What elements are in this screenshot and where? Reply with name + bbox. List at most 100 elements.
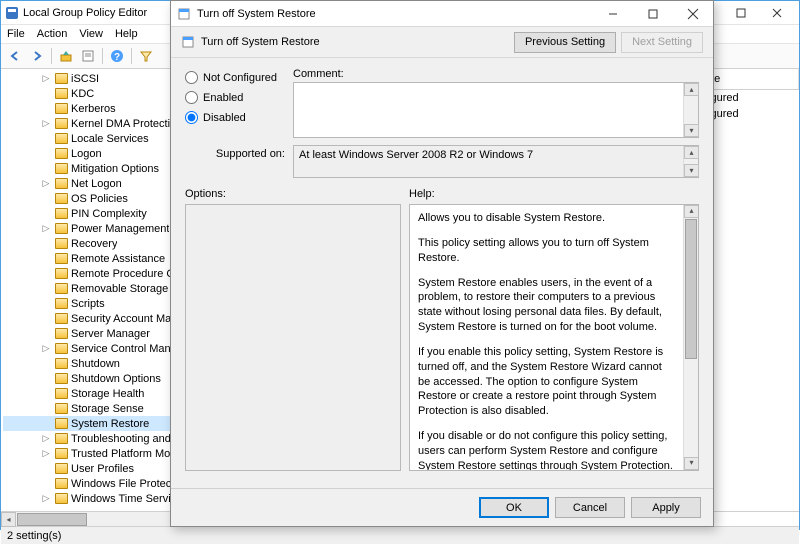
menu-help[interactable]: Help: [115, 28, 138, 40]
folder-icon: [55, 148, 68, 159]
tree-label: Remote Assistance: [71, 253, 165, 265]
expand-icon[interactable]: ▷: [41, 73, 51, 84]
dialog-close-button[interactable]: [673, 1, 713, 26]
folder-icon: [55, 313, 68, 324]
help-text: This policy setting allows you to turn o…: [418, 236, 676, 266]
up-button[interactable]: [56, 46, 76, 66]
radio-disabled[interactable]: Disabled: [185, 111, 293, 124]
tree-label: Shutdown Options: [71, 373, 161, 385]
list-col-state[interactable]: ate: [699, 69, 799, 89]
tree-item-security-account-manager[interactable]: Security Account Manager: [3, 311, 178, 326]
tree-item-trusted-platform-module[interactable]: ▷Trusted Platform Module: [3, 446, 178, 461]
folder-icon: [55, 73, 68, 84]
scroll-left-icon[interactable]: ◂: [1, 512, 16, 527]
apply-button[interactable]: Apply: [631, 497, 701, 518]
tree-item-troubleshooting-and-diagnostics[interactable]: ▷Troubleshooting and Diagnostics: [3, 431, 178, 446]
folder-icon: [55, 298, 68, 309]
folder-icon: [55, 448, 68, 459]
expand-icon[interactable]: ▷: [41, 178, 51, 189]
supported-label: Supported on:: [185, 145, 293, 160]
folder-icon: [55, 463, 68, 474]
back-button[interactable]: [5, 46, 25, 66]
expand-icon[interactable]: ▷: [41, 223, 51, 234]
tree-item-windows-time-service[interactable]: ▷Windows Time Service: [3, 491, 178, 506]
tree-item-storage-health[interactable]: Storage Health: [3, 386, 178, 401]
tree-item-user-profiles[interactable]: User Profiles: [3, 461, 178, 476]
tree-item-power-management[interactable]: ▷Power Management: [3, 221, 178, 236]
tree-item-server-manager[interactable]: Server Manager: [3, 326, 178, 341]
scroll-up-icon[interactable]: ▴: [684, 205, 699, 218]
state-radio-group: Not Configured Enabled Disabled: [185, 68, 293, 138]
ok-button[interactable]: OK: [479, 497, 549, 518]
previous-setting-button[interactable]: Previous Setting: [514, 32, 616, 53]
tree-item-shutdown-options[interactable]: Shutdown Options: [3, 371, 178, 386]
tree-item-removable-storage-access[interactable]: Removable Storage Access: [3, 281, 178, 296]
tree-item-pin-complexity[interactable]: PIN Complexity: [3, 206, 178, 221]
expand-icon[interactable]: ▷: [41, 448, 51, 459]
tree-item-service-control-manager[interactable]: ▷ Service Control Manager: [3, 341, 178, 356]
menu-view[interactable]: View: [79, 28, 103, 40]
tree-item-net-logon[interactable]: ▷Net Logon: [3, 176, 178, 191]
expand-icon[interactable]: ▷: [41, 343, 51, 354]
folder-icon: [55, 178, 68, 189]
tree-label: Windows File Protection: [71, 478, 178, 490]
help-button[interactable]: ?: [107, 46, 127, 66]
properties-button[interactable]: [78, 46, 98, 66]
dialog-title: Turn off System Restore: [197, 8, 593, 20]
expand-icon[interactable]: ▷: [41, 433, 51, 444]
scroll-down-icon[interactable]: ▾: [684, 457, 699, 470]
tree-item-scripts[interactable]: Scripts: [3, 296, 178, 311]
tree-label: Shutdown: [71, 358, 120, 370]
tree-label: iSCSI: [71, 73, 99, 85]
forward-button[interactable]: [27, 46, 47, 66]
tree-label: Service Control Manager: [71, 343, 178, 355]
tree-item-locale-services[interactable]: Locale Services: [3, 131, 178, 146]
tree-item-kdc[interactable]: KDC: [3, 86, 178, 101]
main-close-button[interactable]: [759, 2, 795, 24]
supported-text: At least Windows Server 2008 R2 or Windo…: [299, 149, 533, 161]
scroll-down-icon[interactable]: ▾: [684, 124, 699, 137]
expand-icon[interactable]: ▷: [41, 493, 51, 504]
dialog-titlebar[interactable]: Turn off System Restore: [171, 1, 713, 27]
tree-item-system-restore[interactable]: System Restore: [3, 416, 178, 431]
help-text: If you disable or do not configure this …: [418, 429, 676, 471]
options-pane: [185, 204, 401, 471]
tree-item-iscsi[interactable]: ▷ iSCSI: [3, 71, 178, 86]
radio-enabled[interactable]: Enabled: [185, 91, 293, 104]
tree-item-recovery[interactable]: Recovery: [3, 236, 178, 251]
tree-label: Server Manager: [71, 328, 150, 340]
dialog-minimize-button[interactable]: [593, 1, 633, 26]
main-maximize-button[interactable]: [723, 2, 759, 24]
folder-icon: [55, 373, 68, 384]
scroll-up-icon[interactable]: ▴: [684, 83, 699, 96]
tree-item-remote-procedure-call[interactable]: Remote Procedure Call: [3, 266, 178, 281]
folder-icon: [55, 253, 68, 264]
dialog-header-title: Turn off System Restore: [201, 36, 509, 48]
tree-panel[interactable]: ▷ iSCSIKDCKerberos▷Kernel DMA Protection L…: [1, 69, 179, 511]
tree-label: Locale Services: [71, 133, 149, 145]
dialog-footer: OK Cancel Apply: [171, 488, 713, 526]
expand-icon[interactable]: ▷: [41, 118, 51, 129]
menu-file[interactable]: File: [7, 28, 25, 40]
folder-icon: [55, 433, 68, 444]
tree-item-os-policies[interactable]: OS Policies: [3, 191, 178, 206]
comment-textbox[interactable]: ▴▾: [293, 82, 699, 138]
cancel-button[interactable]: Cancel: [555, 497, 625, 518]
folder-icon: [55, 493, 68, 504]
tree-item-shutdown[interactable]: Shutdown: [3, 356, 178, 371]
radio-not-configured[interactable]: Not Configured: [185, 71, 293, 84]
dialog-maximize-button[interactable]: [633, 1, 673, 26]
menu-action[interactable]: Action: [37, 28, 68, 40]
comment-label: Comment:: [293, 68, 699, 80]
tree-item-kerberos[interactable]: Kerberos: [3, 101, 178, 116]
tree-item-kernel-dma-protection[interactable]: ▷Kernel DMA Protection: [3, 116, 178, 131]
tree-item-logon[interactable]: Logon: [3, 146, 178, 161]
policy-dialog: Turn off System Restore Turn off System …: [170, 0, 714, 527]
tree-item-storage-sense[interactable]: Storage Sense: [3, 401, 178, 416]
filter-button[interactable]: [136, 46, 156, 66]
tree-item-mitigation-options[interactable]: Mitigation Options: [3, 161, 178, 176]
help-pane[interactable]: Allows you to disable System Restore. Th…: [409, 204, 699, 471]
help-scrollbar[interactable]: ▴ ▾: [683, 205, 698, 470]
tree-item-remote-assistance[interactable]: Remote Assistance: [3, 251, 178, 266]
tree-item-windows-file-protection[interactable]: Windows File Protection: [3, 476, 178, 491]
